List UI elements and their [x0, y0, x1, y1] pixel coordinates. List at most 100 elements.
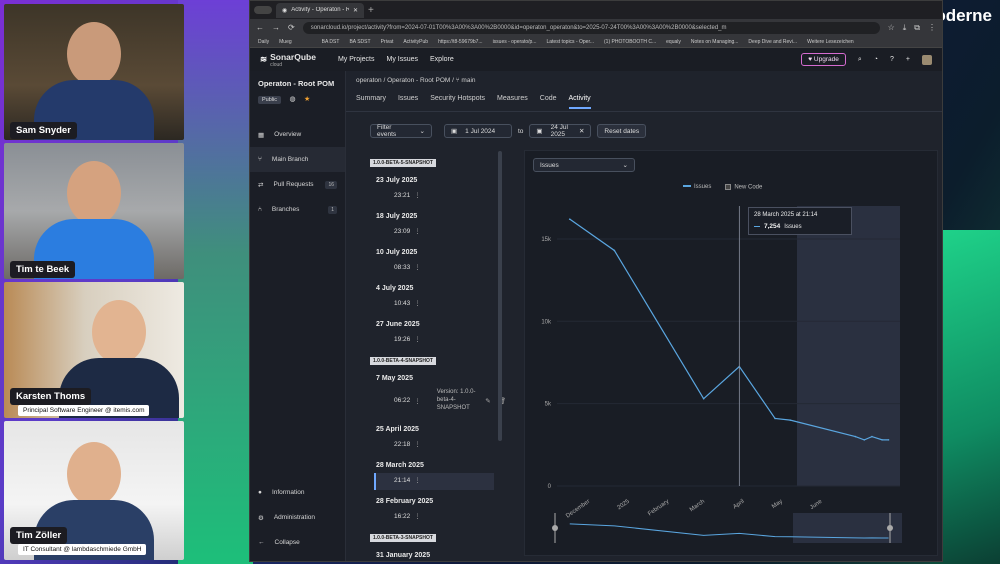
data-point[interactable]	[789, 419, 792, 421]
favorite-star-icon[interactable]: ★	[304, 96, 310, 103]
sidebar-item-information[interactable]: ● Information	[250, 480, 345, 505]
timeline-date: 7 May 2025	[376, 375, 413, 382]
edit-icon[interactable]: ✎	[485, 397, 490, 405]
to-date-input[interactable]: ▣ 24 Jul 2025 ✕	[529, 124, 592, 138]
sidebar-item-main-branch[interactable]: ⑂ Main Branch	[250, 147, 345, 172]
tab-security-hotspots[interactable]: Security Hotspots	[430, 95, 485, 109]
bookmark-item[interactable]: BA DST	[322, 39, 340, 45]
data-point[interactable]	[887, 439, 890, 441]
browser-menu-icon[interactable]: ⋮	[928, 23, 936, 32]
x-tick-label: May	[771, 499, 784, 510]
sidebar-item-administration[interactable]: ⚙ Administration	[250, 505, 345, 530]
more-options-icon[interactable]: ⋮	[414, 476, 421, 484]
data-point[interactable]	[863, 439, 866, 441]
project-sidenav: Operaton - Root POM Public ◍ ★ ▦ Overvie…	[250, 71, 346, 561]
data-point[interactable]	[702, 397, 705, 400]
data-point[interactable]	[613, 249, 616, 252]
url-bar[interactable]: sonarcloud.io/project/activity?from=2024…	[302, 21, 880, 34]
issues-chart[interactable]: 0 5k 10k 15k December 2025 February March April M…	[525, 151, 939, 557]
bookmark-item[interactable]: Notes on Managing...	[691, 39, 739, 45]
bookmark-item[interactable]: equaly	[666, 39, 681, 45]
tab-title: Activity - Operaton - Root POM	[291, 7, 349, 13]
bookmark-item[interactable]: Mueg	[279, 39, 292, 45]
more-options-icon[interactable]: ⋮	[414, 299, 421, 307]
reload-icon[interactable]: ⟳	[288, 23, 295, 32]
tab-close-icon[interactable]: ✕	[353, 7, 358, 14]
filter-events-select[interactable]: Filter events ⌄	[370, 124, 432, 138]
project-title[interactable]: Operaton - Root POM	[258, 79, 337, 88]
timeline-analysis[interactable]: 22:18 ⋮	[370, 437, 506, 454]
data-point[interactable]	[568, 218, 571, 220]
bookmark-item[interactable]: Latest topics - Oper...	[546, 39, 594, 45]
tab-group-toggle[interactable]	[254, 6, 272, 14]
bookmark-item[interactable]: ActivityPub	[403, 39, 428, 45]
download-icon[interactable]: ⤓	[903, 23, 907, 33]
bookmark-item[interactable]: https://t8-59679b7...	[438, 39, 482, 45]
sidebar-item-overview[interactable]: ▦ Overview	[250, 122, 345, 147]
timeline-analysis[interactable]: 08:33 ⋮	[370, 260, 506, 277]
bookmark-star-icon[interactable]: ☆	[888, 23, 895, 32]
extensions-icon[interactable]: ⧉	[914, 23, 920, 33]
timeline-analysis[interactable]: 19:26 ⋮	[370, 332, 506, 349]
notifications-icon[interactable]: ◔	[874, 56, 878, 63]
from-date-input[interactable]: ▣ 1 Jul 2024	[444, 124, 512, 138]
sidebar-item-branches[interactable]: ⑃ Branches 1	[250, 197, 345, 222]
nav-explore[interactable]: Explore	[430, 56, 454, 63]
data-point[interactable]	[871, 435, 873, 438]
tab-code[interactable]: Code	[540, 95, 557, 109]
tab-issues[interactable]: Issues	[398, 95, 418, 109]
bookmark-item[interactable]: BA SDST	[349, 39, 370, 45]
forward-icon[interactable]: →	[272, 23, 280, 32]
data-point[interactable]	[774, 417, 776, 420]
clear-date-icon[interactable]: ✕	[579, 127, 584, 135]
bookmark-item[interactable]: Privat	[381, 39, 394, 45]
bookmark-item[interactable]: issues - operato/p...	[493, 39, 537, 45]
upgrade-button[interactable]: ♥ Upgrade	[801, 53, 846, 66]
timeline-analysis[interactable]: 23:09 ⋮	[370, 224, 506, 241]
plus-icon[interactable]: +	[906, 56, 910, 63]
zoom-handle-right-knob[interactable]	[887, 525, 893, 531]
more-options-icon[interactable]: ⋮	[414, 397, 421, 405]
sidebar-item-label: Administration	[273, 514, 316, 521]
timeline-analysis[interactable]: 23:21 ⋮	[370, 188, 506, 205]
more-options-icon[interactable]: ⋮	[414, 191, 421, 199]
search-icon[interactable]: ⌕	[858, 56, 862, 64]
bookmark-item[interactable]: Daily	[258, 39, 269, 45]
new-tab-button[interactable]: +	[368, 5, 374, 16]
nav-my-projects[interactable]: My Projects	[338, 56, 375, 63]
bookmark-item[interactable]: Weitere Lesezeichen	[807, 39, 854, 45]
more-options-icon[interactable]: ⋮	[414, 512, 421, 520]
tooltip-value: 7,254	[764, 223, 781, 230]
sidebar-collapse[interactable]: ← Collapse	[250, 530, 345, 555]
sonarqube-logo[interactable]: ≋ SonarQube cloud	[260, 52, 316, 68]
back-icon[interactable]: ←	[256, 23, 264, 32]
sidebar-item-pull-requests[interactable]: ⇄ Pull Requests 16	[250, 172, 345, 197]
timeline-scrollbar[interactable]	[498, 151, 502, 441]
more-options-icon[interactable]: ⋮	[414, 335, 421, 343]
help-icon[interactable]: ?	[890, 56, 894, 63]
tab-measures[interactable]: Measures	[497, 95, 528, 109]
zoom-handle-left-knob[interactable]	[552, 525, 558, 531]
tab-favicon-icon: ◉	[282, 7, 288, 14]
more-options-icon[interactable]: ⋮	[414, 440, 421, 448]
data-point[interactable]	[854, 435, 857, 438]
timeline-analysis[interactable]: 10:43 ⋮	[370, 296, 506, 313]
nav-my-issues[interactable]: My Issues	[387, 56, 419, 63]
tab-summary[interactable]: Summary	[356, 95, 386, 109]
avatar[interactable]	[922, 54, 932, 65]
timeline-analysis[interactable]: 16:22 ⋮	[370, 509, 506, 526]
tab-activity[interactable]: Activity	[568, 95, 591, 109]
browser-tabbar: ◉ Activity - Operaton - Root POM ✕ +	[250, 1, 942, 19]
github-icon[interactable]: ◍	[289, 96, 295, 103]
more-options-icon[interactable]: ⋮	[414, 263, 421, 271]
reset-dates-button[interactable]: Reset dates	[597, 124, 647, 138]
more-options-icon[interactable]: ⋮	[414, 227, 421, 235]
timeline-analysis[interactable]: 21:14 ⋮	[374, 473, 494, 491]
browser-tab-active[interactable]: ◉ Activity - Operaton - Root POM ✕	[276, 2, 364, 18]
bookmark-item[interactable]: (1) PHOTOBOOTH C...	[604, 39, 656, 45]
chart-panel: Issues ⌄ Issues New Code 0 5k 10k 15k Decemb…	[524, 150, 938, 556]
bookmark-item[interactable]: Deep Dive and Revi...	[748, 39, 797, 45]
breadcrumb[interactable]: operaton / Operaton - Root POM / ⑂ main	[356, 77, 476, 84]
timeline-analysis[interactable]: 06:22⋮Version: 1.0.0-beta-4-SNAPSHOT✎🗑	[370, 386, 506, 418]
data-point[interactable]	[881, 439, 883, 441]
